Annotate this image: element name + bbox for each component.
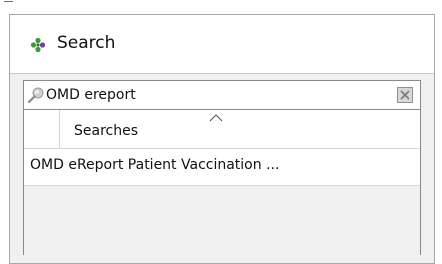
column-header-label: Searches — [74, 123, 139, 139]
column-header-searches[interactable]: Searches — [24, 110, 420, 149]
window-title: Search — [57, 33, 116, 53]
sort-ascending-icon — [209, 114, 223, 122]
column-divider — [59, 110, 60, 148]
clear-search-button[interactable] — [397, 87, 413, 103]
search-results-list: Searches OMD eReport Patient Vaccination… — [23, 110, 421, 255]
search-app-icon — [30, 37, 46, 53]
search-input[interactable] — [46, 84, 376, 106]
search-box[interactable] — [23, 80, 421, 110]
clear-x-icon — [400, 90, 410, 100]
magnifier-icon — [27, 87, 44, 104]
list-item-label: OMD eReport Patient Vaccination ... — [30, 157, 280, 173]
top-edge-mark — [4, 1, 13, 2]
list-item[interactable]: OMD eReport Patient Vaccination ... — [24, 149, 420, 186]
title-bar: Search — [10, 15, 434, 74]
